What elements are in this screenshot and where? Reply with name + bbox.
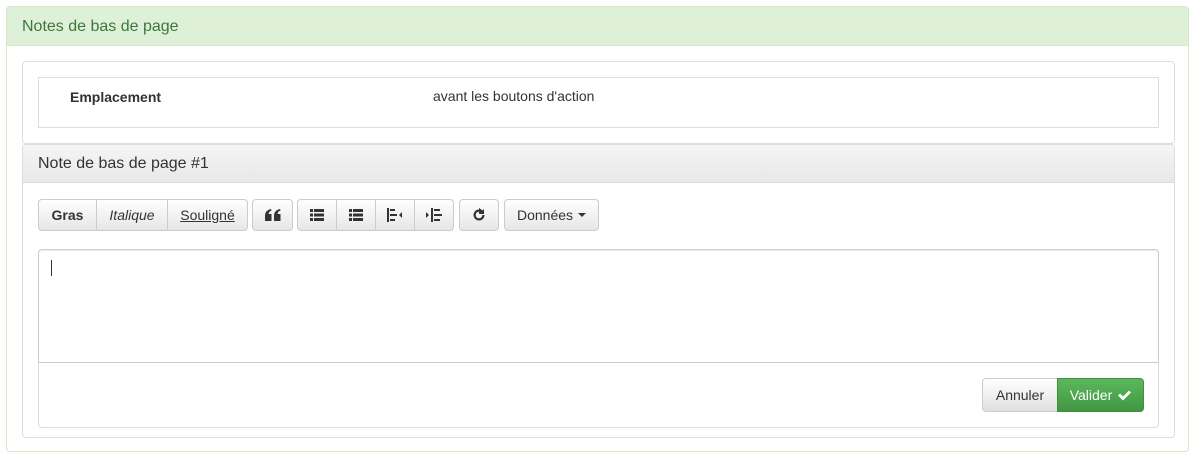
- footnote-text-editor[interactable]: [38, 249, 1159, 363]
- cancel-button[interactable]: Annuler: [982, 378, 1058, 412]
- quote-icon: [264, 209, 281, 221]
- text-cursor: [51, 260, 52, 276]
- indent-icon: [426, 208, 442, 222]
- ordered-list-button[interactable]: [336, 199, 376, 231]
- text-style-group: Gras Italique Souligné: [38, 199, 248, 231]
- location-label: Emplacement: [70, 89, 162, 105]
- footnote-title: Note de bas de page #1: [23, 145, 1174, 183]
- indent-button[interactable]: [414, 199, 454, 231]
- quote-button[interactable]: [252, 199, 293, 231]
- footnote-editor-panel: Note de bas de page #1 Gras Italique Sou…: [22, 144, 1175, 438]
- bold-button[interactable]: Gras: [38, 199, 97, 231]
- settings-panel: Emplacement avant les boutons d'action: [22, 61, 1175, 144]
- footnotes-panel-title: Notes de bas de page: [7, 7, 1188, 46]
- ordered-list-icon: [349, 209, 363, 221]
- data-dropdown-button[interactable]: Données: [504, 199, 599, 231]
- unordered-list-icon: [310, 209, 324, 221]
- validate-label: Valider: [1069, 387, 1113, 403]
- check-icon: [1117, 389, 1132, 401]
- redo-group: [459, 199, 499, 231]
- unordered-list-button[interactable]: [297, 199, 337, 231]
- footnotes-panel: Notes de bas de page Emplacement avant l…: [6, 6, 1189, 452]
- location-value: avant les boutons d'action: [433, 88, 595, 104]
- outdent-button[interactable]: [375, 199, 415, 231]
- list-group: [297, 199, 454, 231]
- data-dropdown-label: Données: [516, 207, 574, 223]
- chevron-down-icon: [578, 213, 587, 217]
- quote-group: [252, 199, 293, 231]
- italic-button[interactable]: Italique: [96, 199, 168, 231]
- redo-button[interactable]: [459, 199, 499, 231]
- data-group: Données: [504, 199, 599, 231]
- validate-button[interactable]: Valider: [1057, 378, 1144, 412]
- editor-footer: Annuler Valider: [38, 362, 1159, 428]
- redo-icon: [472, 208, 486, 222]
- settings-table: Emplacement avant les boutons d'action: [38, 77, 1159, 128]
- outdent-icon: [387, 208, 403, 222]
- underline-button[interactable]: Souligné: [167, 199, 248, 231]
